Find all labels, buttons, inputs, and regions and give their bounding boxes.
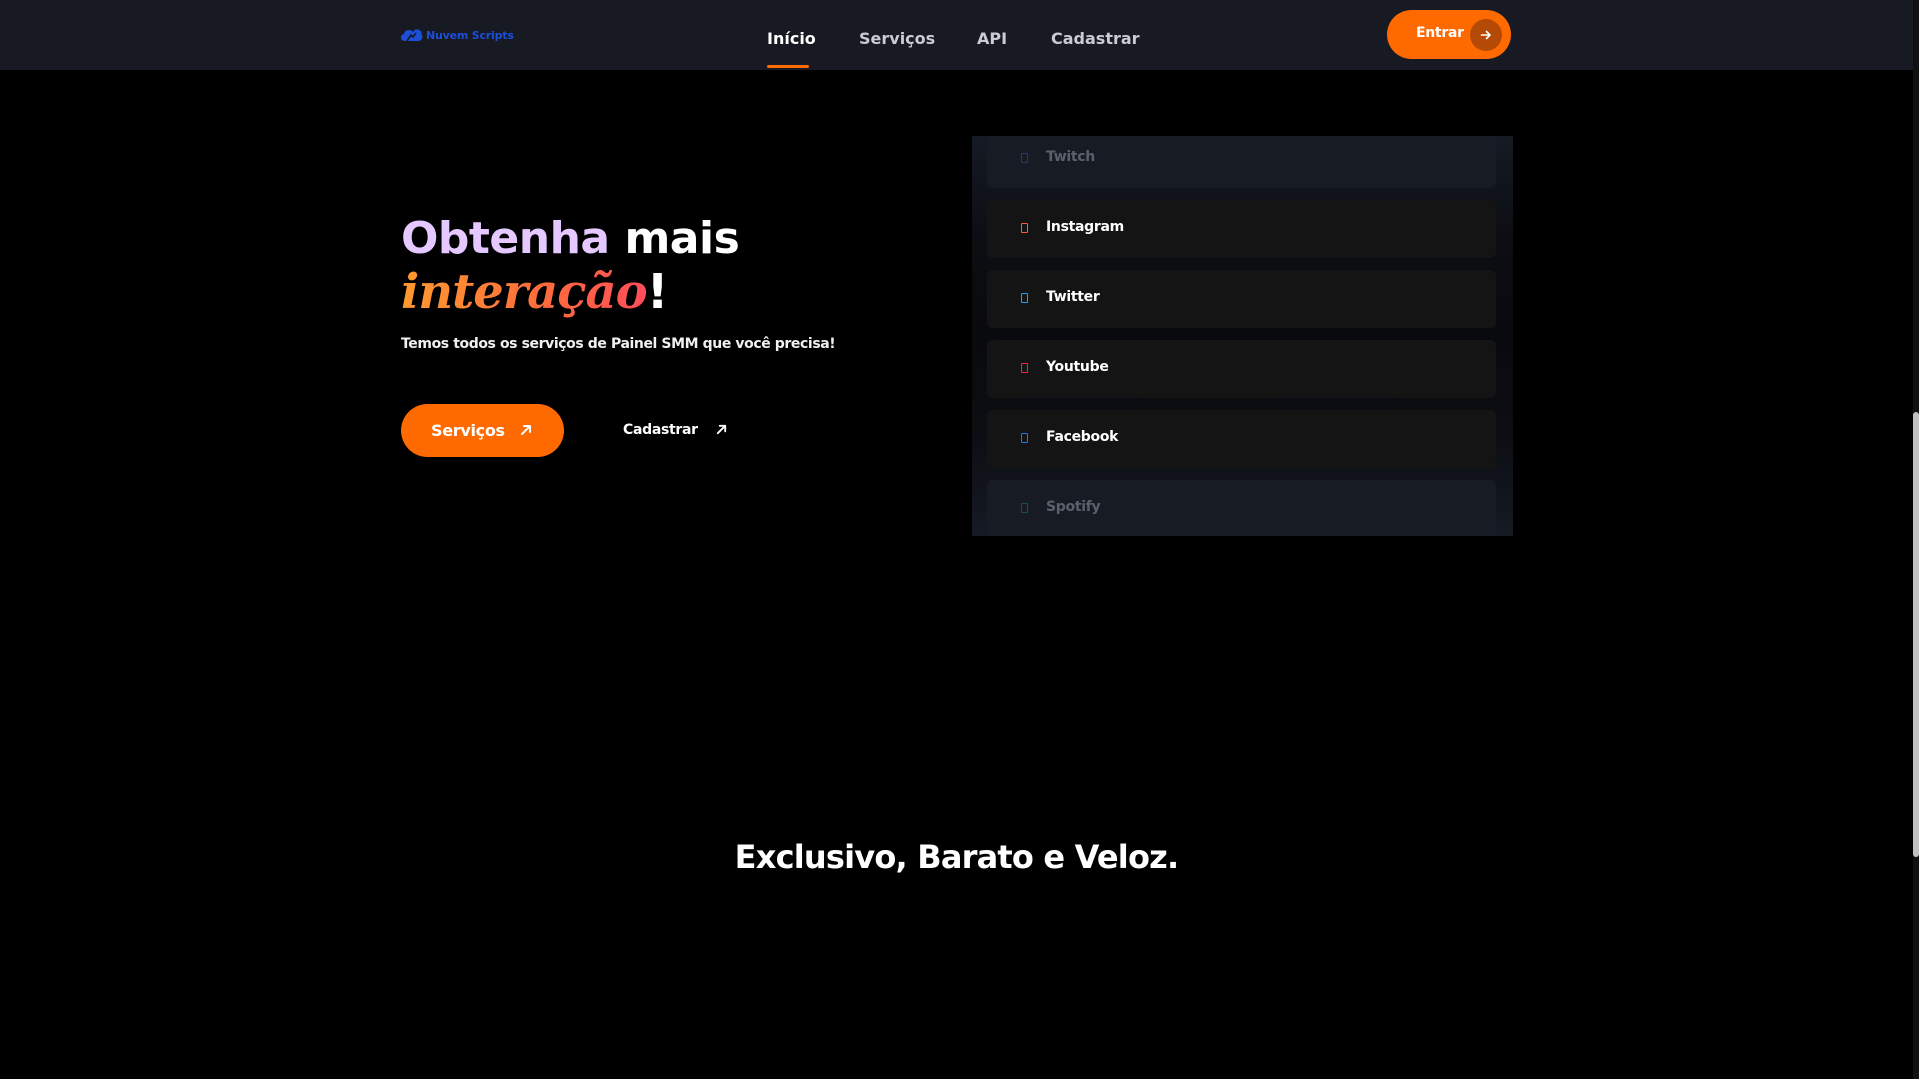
nav-link-api[interactable]: API: [977, 28, 1007, 50]
cloud-icon: [401, 29, 423, 42]
nav-link-servicos[interactable]: Serviços: [859, 28, 935, 50]
social-item-instagram[interactable]: Instagram: [987, 200, 1496, 258]
social-item-label: Twitter: [1046, 289, 1100, 305]
social-item-twitter[interactable]: Twitter: [987, 270, 1496, 328]
arrow-right-icon: [1470, 19, 1502, 51]
social-item-label: Twitch: [1046, 149, 1095, 165]
social-item-youtube[interactable]: Youtube: [987, 340, 1496, 398]
social-item-label: Facebook: [1046, 429, 1119, 445]
nav-link-inicio[interactable]: Início: [767, 28, 816, 50]
social-item-twitch[interactable]: Twitch: [987, 136, 1496, 188]
hero-title-line2: interação!: [401, 264, 668, 320]
login-button-label: Entrar: [1416, 25, 1464, 41]
hero-title: Obtenha mais: [401, 212, 740, 266]
facebook-icon: [1021, 433, 1028, 443]
scrollbar-thumb[interactable]: [1913, 412, 1919, 857]
twitter-icon: [1021, 293, 1028, 303]
arrow-up-right-icon: [521, 425, 531, 435]
page: Nuvem Scripts Início Serviços API Cadast…: [0, 0, 1919, 1079]
services-button[interactable]: Serviços: [401, 404, 564, 457]
hero-title-end: !: [646, 264, 669, 320]
navbar: Nuvem Scripts Início Serviços API Cadast…: [0, 0, 1913, 70]
youtube-icon: [1021, 363, 1028, 373]
hero-title-part1: Obtenha: [401, 213, 610, 264]
instagram-icon: [1021, 223, 1028, 233]
hero-title-part2: mais: [609, 213, 740, 264]
logo[interactable]: Nuvem Scripts: [401, 26, 514, 44]
social-item-spotify[interactable]: Spotify: [987, 480, 1496, 536]
twitch-icon: [1021, 153, 1028, 163]
spotify-icon: [1021, 503, 1028, 513]
login-button[interactable]: Entrar: [1387, 10, 1511, 59]
social-item-label: Youtube: [1046, 359, 1109, 375]
hero-subtitle: Temos todos os serviços de Painel SMM qu…: [401, 336, 836, 352]
logo-text: Nuvem Scripts: [426, 28, 514, 42]
social-item-facebook[interactable]: Facebook: [987, 410, 1496, 468]
arrow-up-right-icon: [716, 424, 727, 435]
nav-link-cadastrar[interactable]: Cadastrar: [1051, 28, 1140, 50]
nav-active-indicator: [767, 65, 809, 68]
social-item-label: Spotify: [1046, 499, 1101, 515]
social-item-label: Instagram: [1046, 219, 1124, 235]
services-button-label: Serviços: [431, 421, 505, 440]
hero-title-highlight: interação: [401, 264, 648, 320]
section-heading: Exclusivo, Barato e Veloz.: [734, 838, 1179, 876]
register-button-label: Cadastrar: [623, 422, 698, 438]
social-list: Twitch Instagram Twitter Youtube Faceboo…: [972, 136, 1513, 536]
